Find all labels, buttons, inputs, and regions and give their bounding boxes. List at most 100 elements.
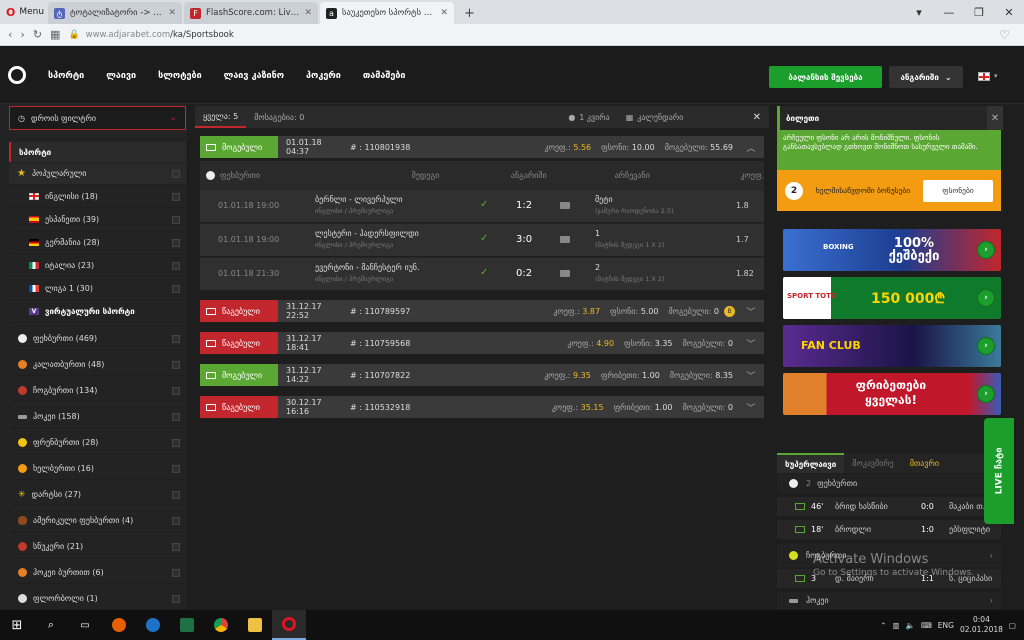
- promo-banner-freebets[interactable]: ფრიბეთები ყველას! ›: [783, 373, 1001, 415]
- taskbar-chrome[interactable]: [204, 610, 238, 640]
- language-indicator[interactable]: ENG: [938, 621, 954, 630]
- heart-icon[interactable]: ♡: [999, 28, 1010, 42]
- sidebar-popular[interactable]: ★ პოპულარული: [9, 163, 186, 185]
- sidebar-item-france[interactable]: ლიგა 1 (30): [9, 278, 186, 300]
- start-button[interactable]: ⊞: [0, 610, 34, 640]
- volume-icon[interactable]: 🔈: [906, 621, 915, 630]
- browser-tab-adjarabet[interactable]: a საუკეთესო სპორტს ბეტ ✕: [320, 2, 454, 24]
- sidebar-item-floorball[interactable]: ფლორბოლი (1): [12, 588, 186, 610]
- checkbox[interactable]: [172, 239, 180, 247]
- filter-pending[interactable]: მოსაგებია: 0: [246, 106, 312, 128]
- sidebar-item-england[interactable]: ინგლისი (18): [9, 186, 186, 208]
- taskbar-edge[interactable]: [136, 610, 170, 640]
- checkbox[interactable]: [172, 335, 180, 343]
- network-icon[interactable]: ▥: [893, 621, 900, 630]
- checkbox[interactable]: [172, 361, 180, 369]
- filter-all[interactable]: ყველა: 5: [195, 106, 247, 128]
- nav-live-casino[interactable]: ლაივ კაზინო: [224, 71, 284, 81]
- checkbox[interactable]: [172, 465, 180, 473]
- browser-tab-flashscore[interactable]: F FlashScore.com: Live Socce ✕: [184, 2, 318, 24]
- minimize-icon[interactable]: —: [934, 6, 964, 19]
- video-icon[interactable]: [560, 236, 570, 243]
- chevron-down-icon[interactable]: ﹀: [738, 369, 764, 382]
- task-view-button[interactable]: ▭: [68, 610, 102, 640]
- taskbar-opera[interactable]: [272, 610, 306, 640]
- sidebar-item-italy[interactable]: იტალია (23): [9, 255, 186, 277]
- checkbox[interactable]: [172, 285, 180, 293]
- calendar-filter[interactable]: ▦ კალენდარი: [618, 106, 692, 128]
- notifications-icon[interactable]: ▢: [1009, 621, 1016, 630]
- checkbox[interactable]: [172, 193, 180, 201]
- nav-poker[interactable]: პოკერი: [306, 71, 341, 81]
- back-icon[interactable]: ‹: [8, 28, 12, 41]
- maximize-icon[interactable]: ❐: [964, 6, 994, 19]
- close-icon[interactable]: ✕: [304, 8, 312, 18]
- account-button[interactable]: ანგარიში ⌄: [889, 66, 963, 88]
- live-sport-hockey[interactable]: ჰოკეი ›: [777, 592, 1001, 610]
- browser-tab-tote[interactable]: ტ ტოტალიზატორი -> თამ ✕: [48, 2, 182, 24]
- deposit-button[interactable]: ბალანსის შევსება: [769, 66, 882, 88]
- sidebar-item-handball[interactable]: ხელბურთი (16): [12, 458, 186, 480]
- bet-ticket[interactable]: მოგებული 31.12.17 14:22 # : 110707822 კო…: [200, 364, 764, 386]
- checkbox[interactable]: [172, 595, 180, 603]
- checkbox[interactable]: [172, 413, 180, 421]
- url-field[interactable]: 🔒 www.adjarabet.com/ka/Sportsbook: [68, 30, 233, 40]
- live-chat-button[interactable]: LIVE ჩატი: [984, 418, 1014, 524]
- taskbar-firefox[interactable]: [102, 610, 136, 640]
- video-icon[interactable]: [560, 270, 570, 277]
- opera-menu-button[interactable]: O Menu: [0, 0, 48, 24]
- nav-slots[interactable]: სლოტები: [158, 71, 202, 81]
- video-icon[interactable]: [560, 202, 570, 209]
- checkbox[interactable]: [172, 491, 180, 499]
- chevron-down-icon[interactable]: ﹀: [738, 305, 764, 318]
- close-icon[interactable]: ✕: [987, 106, 1003, 130]
- chevron-up-icon[interactable]: ⌃: [880, 621, 886, 630]
- tab-main[interactable]: მთავრი: [902, 453, 947, 473]
- checkbox[interactable]: [172, 170, 180, 178]
- checkbox[interactable]: [172, 216, 180, 224]
- sidebar-item-field-hockey[interactable]: ჰოკეი ბურთით (6): [12, 562, 186, 584]
- chevron-down-icon[interactable]: ▾: [994, 72, 998, 80]
- checkbox[interactable]: [172, 262, 180, 270]
- time-filter-dropdown[interactable]: ◷ დროის ფილტრი ⌄: [9, 106, 186, 130]
- bet-ticket[interactable]: წაგებული 30.12.17 16:16 # : 110532918 კო…: [200, 396, 764, 418]
- bonus-button[interactable]: ფსონები: [923, 179, 993, 202]
- chevron-down-icon[interactable]: ﹀: [738, 337, 764, 350]
- taskbar-explorer[interactable]: [238, 610, 272, 640]
- live-sport-football[interactable]: 2 ფეხბურთი: [777, 474, 1001, 494]
- new-tab-button[interactable]: +: [456, 6, 483, 24]
- taskbar-excel[interactable]: [170, 610, 204, 640]
- tab-superlive[interactable]: სუპერლაივი: [777, 453, 845, 473]
- checkbox[interactable]: [172, 543, 180, 551]
- forward-icon[interactable]: ›: [20, 28, 24, 41]
- sidebar-item-darts[interactable]: ✳ დარტსი (27): [12, 484, 186, 506]
- bet-ticket[interactable]: წაგებული 31.12.17 18:41 # : 110759568 კო…: [200, 332, 764, 354]
- checkbox[interactable]: [172, 439, 180, 447]
- nav-live[interactable]: ლაივი: [106, 71, 136, 81]
- tab-upcoming[interactable]: მოკავშირე: [844, 453, 901, 473]
- promo-banner-fan-club[interactable]: FAN CLUB ›: [783, 325, 1001, 367]
- checkbox[interactable]: [172, 387, 180, 395]
- adjarabet-logo[interactable]: [8, 66, 26, 84]
- promo-banner-boxing[interactable]: BOXING 100% ქეშბექი ›: [783, 229, 1001, 271]
- close-window-icon[interactable]: ✕: [994, 6, 1024, 19]
- sidebar-item-hockey[interactable]: ჰოკეი (158): [12, 406, 186, 428]
- live-match-row[interactable]: 18' ბროდლი 1:0 ებსფლიტი: [777, 520, 1001, 540]
- tab-menu-icon[interactable]: ▾: [904, 6, 934, 19]
- language-flag-icon[interactable]: [978, 72, 990, 81]
- sidebar-item-virtual[interactable]: V ვირტუალური სპორტი: [9, 301, 186, 323]
- sidebar-item-american-football[interactable]: ამერიკული ფეხბურთი (4): [12, 510, 186, 532]
- bet-ticket[interactable]: მოგებული 01.01.18 04:37 # : 110801938 კო…: [200, 136, 764, 158]
- bet-ticket[interactable]: წაგებული 31.12.17 22:52 # : 110789597 კო…: [200, 300, 764, 322]
- speed-dial-icon[interactable]: ▦: [50, 28, 60, 41]
- sidebar-item-germany[interactable]: გერმანია (28): [9, 232, 186, 254]
- sidebar-item-spain[interactable]: ესპანეთი (39): [9, 209, 186, 231]
- chevron-down-icon[interactable]: ﹀: [738, 401, 764, 414]
- sidebar-item-snooker[interactable]: სნუკერი (21): [12, 536, 186, 558]
- close-icon[interactable]: ✕: [440, 8, 448, 18]
- keyboard-icon[interactable]: ⌨: [921, 621, 932, 630]
- checkbox[interactable]: [172, 517, 180, 525]
- clock[interactable]: 0:04 02.01.2018: [960, 615, 1003, 635]
- sidebar-item-football[interactable]: ფეხბურთი (469): [12, 328, 186, 350]
- promo-banner-sport-toto[interactable]: SPORT TOTO 150 000₾ ›: [783, 277, 1001, 319]
